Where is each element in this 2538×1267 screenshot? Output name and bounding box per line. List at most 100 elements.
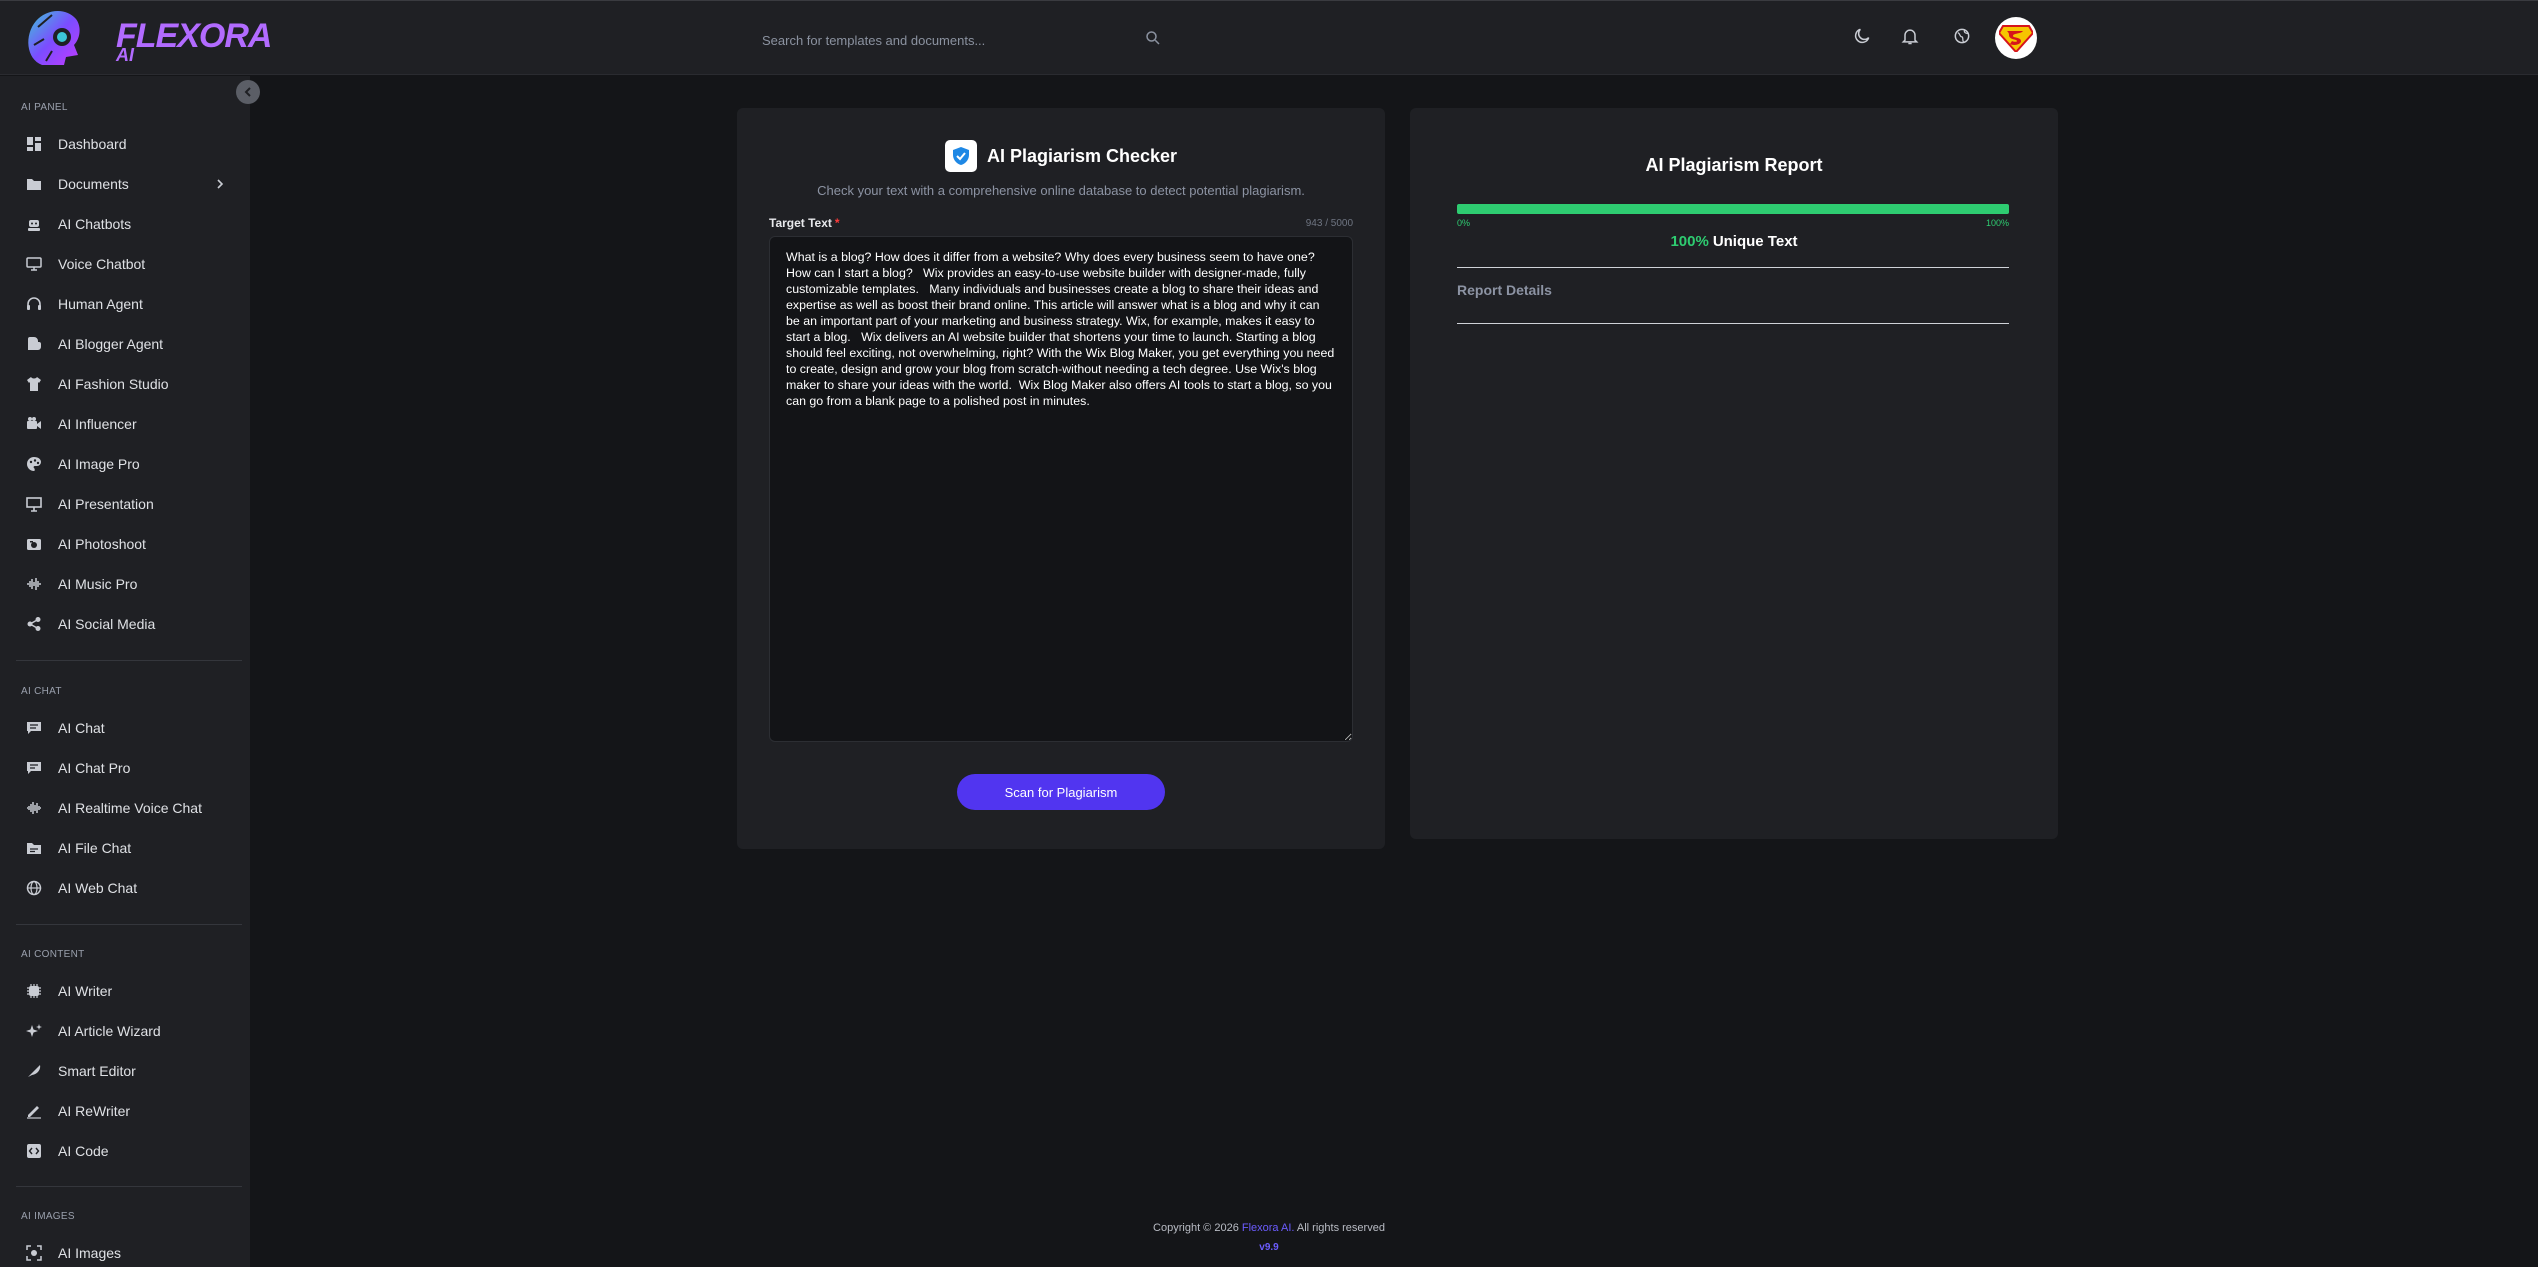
report-divider <box>1457 267 2009 268</box>
top-header: FLEXORA AI <box>0 0 2538 75</box>
sidebar-item-ai-article-wizard[interactable]: AI Article Wizard <box>0 1013 250 1049</box>
user-avatar[interactable] <box>1995 17 2037 59</box>
target-text-input[interactable]: What is a blog? How does it differ from … <box>769 236 1353 742</box>
search-bar <box>762 29 1162 51</box>
blogger-icon <box>24 334 44 354</box>
sidebar-divider <box>16 1186 242 1187</box>
report-details-heading[interactable]: Report Details <box>1457 282 1552 298</box>
uniqueness-progress-fill <box>1457 204 2009 214</box>
sidebar-item-ai-writer[interactable]: AI Writer <box>0 973 250 1009</box>
sidebar-collapse-button[interactable] <box>236 80 260 104</box>
sidebar-item-ai-chat[interactable]: AI Chat <box>0 710 250 746</box>
scan-for-plagiarism-button[interactable]: Scan for Plagiarism <box>957 774 1165 810</box>
target-text-label: Target Text * <box>769 216 840 230</box>
report-divider <box>1457 323 2009 324</box>
sidebar-item-ai-photoshoot[interactable]: AI Photoshoot <box>0 526 250 562</box>
sidebar-item-ai-presentation[interactable]: AI Presentation <box>0 486 250 522</box>
sidebar-item-label: AI Chat <box>58 720 105 736</box>
sidebar-item-label: AI Chat Pro <box>58 760 131 776</box>
voice-chat-icon <box>24 254 44 274</box>
sidebar-item-label: AI Music Pro <box>58 576 138 592</box>
sidebar-item-ai-file-chat[interactable]: AI File Chat <box>0 830 250 866</box>
checker-title: AI Plagiarism Checker <box>986 145 1178 166</box>
sidebar-item-label: AI File Chat <box>58 840 132 856</box>
sidebar-item-ai-influencer[interactable]: AI Influencer <box>0 406 250 442</box>
video-camera-icon <box>24 414 44 434</box>
sidebar-item-ai-realtime-voice-chat[interactable]: AI Realtime Voice Chat <box>0 790 250 826</box>
sidebar-item-ai-chat-pro[interactable]: AI Chat Pro <box>0 750 250 786</box>
brand-sub: AI <box>116 45 134 65</box>
flexora-logo[interactable]: FLEXORA AI <box>22 5 272 71</box>
robot-icon <box>24 214 44 234</box>
sidebar-item-label: Dashboard <box>58 136 127 152</box>
sidebar-item-ai-web-chat[interactable]: AI Web Chat <box>0 870 250 906</box>
sidebar-item-label: Voice Chatbot <box>58 256 146 272</box>
headset-icon <box>24 294 44 314</box>
sidebar-item-ai-fashion-studio[interactable]: AI Fashion Studio <box>0 366 250 402</box>
sidebar-item-label: AI Realtime Voice Chat <box>58 800 202 816</box>
footer-brand-link[interactable]: Flexora AI. <box>1242 1222 1295 1234</box>
sidebar-item-label: AI Photoshoot <box>58 536 146 552</box>
sidebar-item-label: AI Image Pro <box>58 456 140 472</box>
footer-copyright: Copyright © 2026 Flexora AI. All rights … <box>1153 1222 1385 1234</box>
shield-check-icon <box>944 140 977 172</box>
required-mark: * <box>834 216 840 230</box>
sidebar-item-label: AI Influencer <box>58 416 137 432</box>
brand-name: FLEXORA <box>116 17 272 55</box>
plagiarism-checker-card: AI Plagiarism Checker Check your text wi… <box>737 108 1385 849</box>
sidebar-item-label: AI ReWriter <box>58 1103 131 1119</box>
unique-text-label: Unique Text <box>1712 233 1798 250</box>
sidebar-item-label: Smart Editor <box>58 1063 136 1079</box>
app-version: v9.9 <box>1259 1242 1279 1253</box>
sidebar: AI PANEL Dashboard Documents AI Chatbots… <box>0 76 250 1267</box>
sidebar-item-dashboard[interactable]: Dashboard <box>0 126 250 162</box>
sidebar-item-label: AI Code <box>58 1143 109 1159</box>
shirt-icon <box>24 374 44 394</box>
unique-percent: 100% <box>1670 233 1709 250</box>
code-icon <box>24 1141 44 1161</box>
progress-min-label: 0% <box>1457 218 1471 228</box>
search-input[interactable] <box>762 29 1122 51</box>
writer-icon <box>24 981 44 1001</box>
sidebar-item-label: AI Images <box>58 1245 122 1261</box>
chevron-left-icon <box>244 87 251 97</box>
sidebar-item-label: Documents <box>58 176 129 192</box>
report-title: AI Plagiarism Report <box>1645 155 1823 175</box>
realtime-voice-icon <box>24 798 44 818</box>
globe-language-icon[interactable] <box>1952 26 1978 52</box>
sidebar-item-ai-social-media[interactable]: AI Social Media <box>0 606 250 642</box>
sidebar-item-ai-code[interactable]: AI Code <box>0 1133 250 1169</box>
plagiarism-report-card: AI Plagiarism Report 0% 100% 100% Unique … <box>1410 108 2058 839</box>
sidebar-item-ai-chatbots[interactable]: AI Chatbots <box>0 206 250 242</box>
palette-icon <box>24 454 44 474</box>
sidebar-item-human-agent[interactable]: Human Agent <box>0 286 250 322</box>
section-title-ai-content: AI CONTENT <box>21 949 85 960</box>
folder-icon <box>24 174 44 194</box>
sidebar-item-voice-chatbot[interactable]: Voice Chatbot <box>0 246 250 282</box>
sidebar-item-ai-music-pro[interactable]: AI Music Pro <box>0 566 250 602</box>
sidebar-item-documents[interactable]: Documents <box>0 166 250 202</box>
feather-icon <box>24 1061 44 1081</box>
checker-header: AI Plagiarism Checker <box>737 140 1385 172</box>
uniqueness-progress-bar <box>1457 204 2009 214</box>
robot-head-logo-icon <box>28 10 80 65</box>
search-icon[interactable] <box>1144 29 1166 51</box>
chat-icon <box>24 718 44 738</box>
presentation-icon <box>24 494 44 514</box>
sidebar-item-ai-blogger-agent[interactable]: AI Blogger Agent <box>0 326 250 362</box>
sidebar-item-ai-images[interactable]: AI Images <box>0 1235 250 1267</box>
sidebar-item-label: AI Presentation <box>58 496 154 512</box>
chat-pro-icon <box>24 758 44 778</box>
sidebar-item-ai-rewriter[interactable]: AI ReWriter <box>0 1093 250 1129</box>
bell-icon[interactable] <box>1900 26 1926 52</box>
sidebar-item-label: AI Blogger Agent <box>58 336 164 352</box>
character-counter: 943 / 5000 <box>1305 218 1353 229</box>
sidebar-item-smart-editor[interactable]: Smart Editor <box>0 1053 250 1089</box>
progress-max-label: 100% <box>1985 218 2009 228</box>
moon-icon[interactable] <box>1852 26 1878 52</box>
sparkles-icon <box>24 1021 44 1041</box>
camera-icon <box>24 534 44 554</box>
sidebar-item-ai-image-pro[interactable]: AI Image Pro <box>0 446 250 482</box>
sidebar-item-label: Human Agent <box>58 296 143 312</box>
section-title-ai-chat: AI CHAT <box>21 686 62 697</box>
